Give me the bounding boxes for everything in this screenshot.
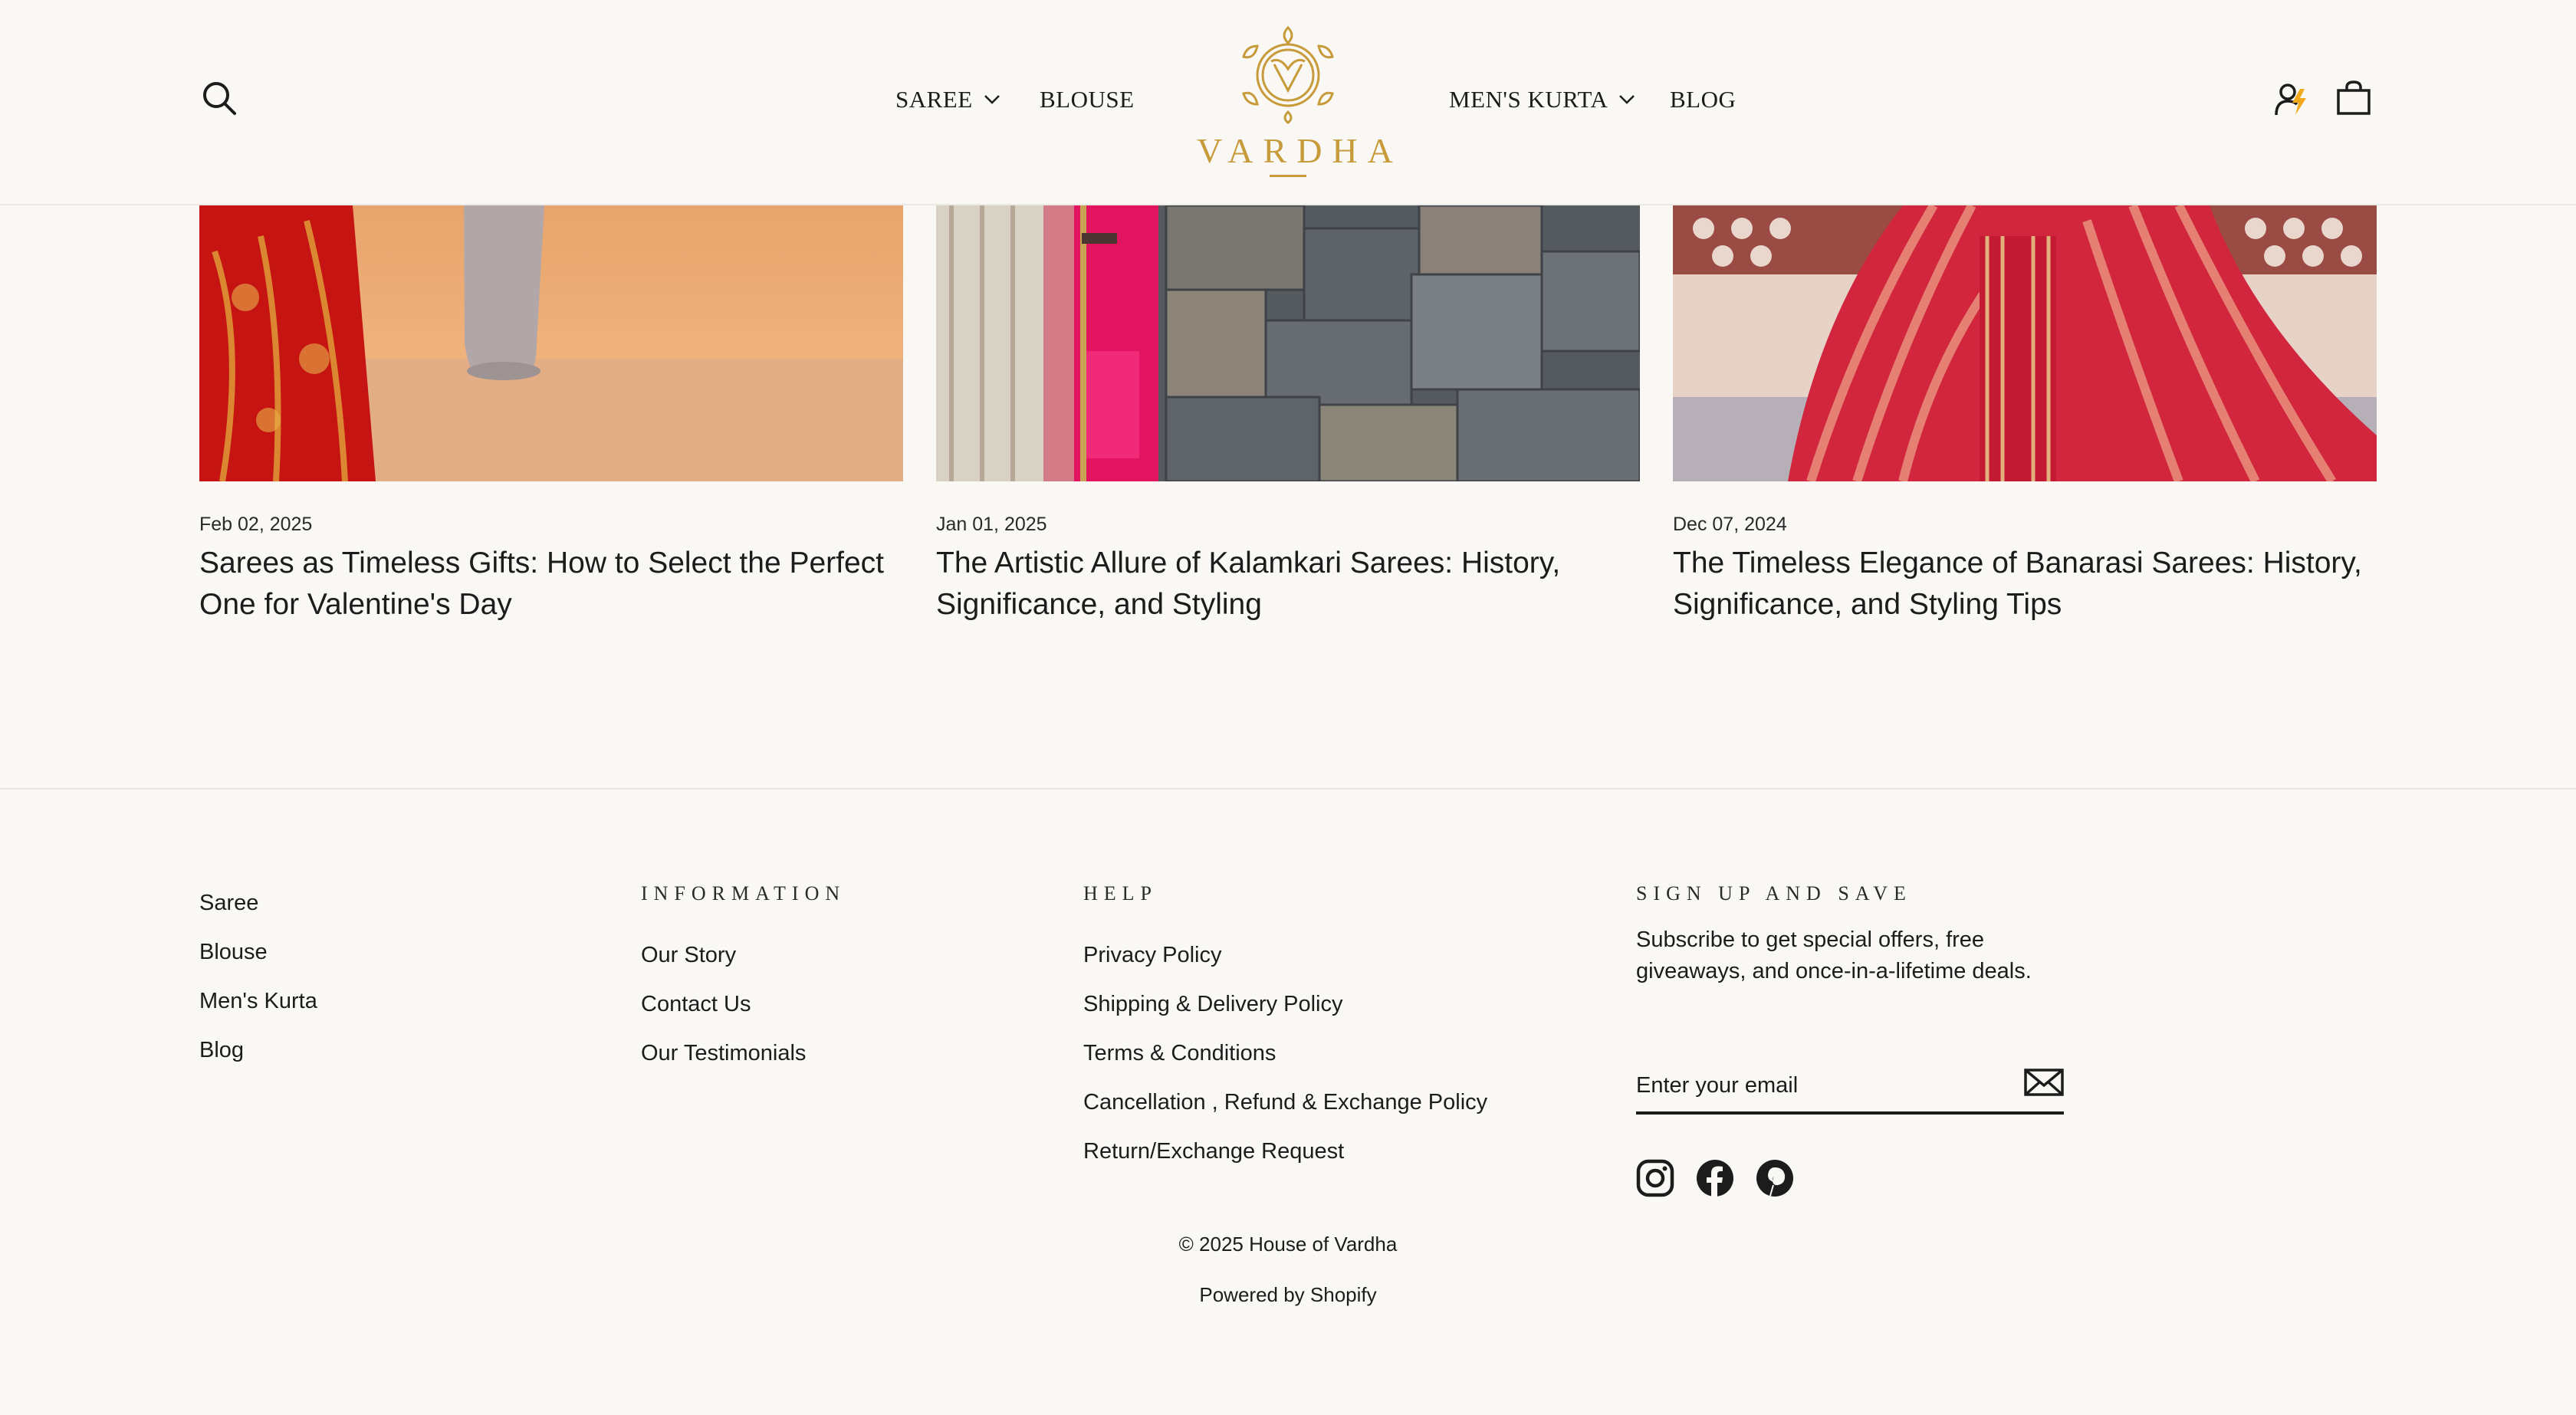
footer-information: INFORMATION Our Story Contact Us Our Tes… xyxy=(641,878,846,1078)
article-title[interactable]: The Artistic Allure of Kalamkari Sarees:… xyxy=(936,543,1640,625)
account-icon[interactable] xyxy=(2274,80,2311,120)
pinterest-icon[interactable] xyxy=(1756,1159,1794,1201)
nav-mens-kurta[interactable]: MEN'S KURTA xyxy=(1449,83,1635,117)
footer-link-return-request[interactable]: Return/Exchange Request xyxy=(1083,1127,1487,1176)
chevron-down-icon xyxy=(1618,94,1635,105)
footer-link-blouse[interactable]: Blouse xyxy=(199,927,317,977)
nav-blog[interactable]: BLOG xyxy=(1670,83,1736,117)
logo-wordmark: VARDHA xyxy=(1197,131,1403,170)
footer-link-blog[interactable]: Blog xyxy=(199,1026,317,1075)
article-image-saree[interactable] xyxy=(199,205,903,481)
signup-description: Subscribe to get special offers, free gi… xyxy=(1636,927,2032,983)
article-title[interactable]: The Timeless Elegance of Banarasi Sarees… xyxy=(1673,543,2377,625)
footer-help: HELP Privacy Policy Shipping & Delivery … xyxy=(1083,878,1487,1176)
article-date: Jan 01, 2025 xyxy=(936,514,1047,535)
article-title[interactable]: Sarees as Timeless Gifts: How to Select … xyxy=(199,543,903,625)
copyright-text: © 2025 House of Vardha xyxy=(1178,1233,1398,1256)
footer-signup: SIGN UP AND SAVE Subscribe to get specia… xyxy=(1636,878,2035,987)
instagram-icon[interactable] xyxy=(1636,1159,1674,1201)
footer-link-privacy-policy[interactable]: Privacy Policy xyxy=(1083,931,1487,980)
search-icon[interactable] xyxy=(201,80,238,117)
article-date: Dec 07, 2024 xyxy=(1673,514,1787,535)
logo-emblem xyxy=(1242,25,1334,124)
footer-link-testimonials[interactable]: Our Testimonials xyxy=(641,1029,846,1078)
nav-mens-kurta-label: MEN'S KURTA xyxy=(1449,86,1608,113)
footer-link-our-story[interactable]: Our Story xyxy=(641,931,846,980)
cart-bag-icon[interactable] xyxy=(2335,80,2372,117)
blog-card[interactable]: Feb 02, 2025 Sarees as Timeless Gifts: H… xyxy=(199,205,903,621)
nav-blouse[interactable]: BLOUSE xyxy=(1040,83,1135,117)
article-image-banarasi[interactable] xyxy=(1673,205,2377,481)
article-date: Feb 02, 2025 xyxy=(199,514,313,535)
nav-blouse-label: BLOUSE xyxy=(1040,86,1135,113)
logo-underline xyxy=(1270,175,1306,177)
chevron-down-icon xyxy=(984,94,1001,105)
blog-card[interactable]: Dec 07, 2024 The Timeless Elegance of Ba… xyxy=(1673,205,2377,621)
nav-blog-label: BLOG xyxy=(1670,86,1737,113)
email-input[interactable] xyxy=(1636,1064,1996,1107)
help-heading: HELP xyxy=(1083,882,1158,904)
nav-saree-label: SAREE xyxy=(895,86,973,113)
site-header: SAREE BLOUSE VARDHA MEN'S KURTA BLOG xyxy=(0,0,2576,205)
article-image-kalamkari[interactable] xyxy=(936,205,1640,481)
email-signup-form xyxy=(1636,1058,2064,1115)
nav-saree[interactable]: SAREE xyxy=(895,83,1001,117)
powered-by-link[interactable]: Powered by Shopify xyxy=(0,1283,2576,1307)
blog-card[interactable]: Jan 01, 2025 The Artistic Allure of Kala… xyxy=(936,205,1640,621)
footer-divider xyxy=(0,788,2576,790)
footer-link-terms[interactable]: Terms & Conditions xyxy=(1083,1029,1487,1078)
footer-link-saree[interactable]: Saree xyxy=(199,878,317,927)
footer-link-mens-kurta[interactable]: Men's Kurta xyxy=(199,977,317,1026)
footer-shop-links: Saree Blouse Men's Kurta Blog xyxy=(199,878,317,1075)
footer-link-contact-us[interactable]: Contact Us xyxy=(641,980,846,1029)
footer-link-refund-policy[interactable]: Cancellation , Refund & Exchange Policy xyxy=(1083,1078,1487,1127)
envelope-icon[interactable] xyxy=(2024,1069,2064,1100)
information-heading: INFORMATION xyxy=(641,882,846,904)
footer-link-shipping-policy[interactable]: Shipping & Delivery Policy xyxy=(1083,980,1487,1029)
signup-heading: SIGN UP AND SAVE xyxy=(1636,882,1912,904)
facebook-icon[interactable] xyxy=(1696,1159,1734,1201)
vardha-logo[interactable]: VARDHA xyxy=(1187,17,1403,178)
